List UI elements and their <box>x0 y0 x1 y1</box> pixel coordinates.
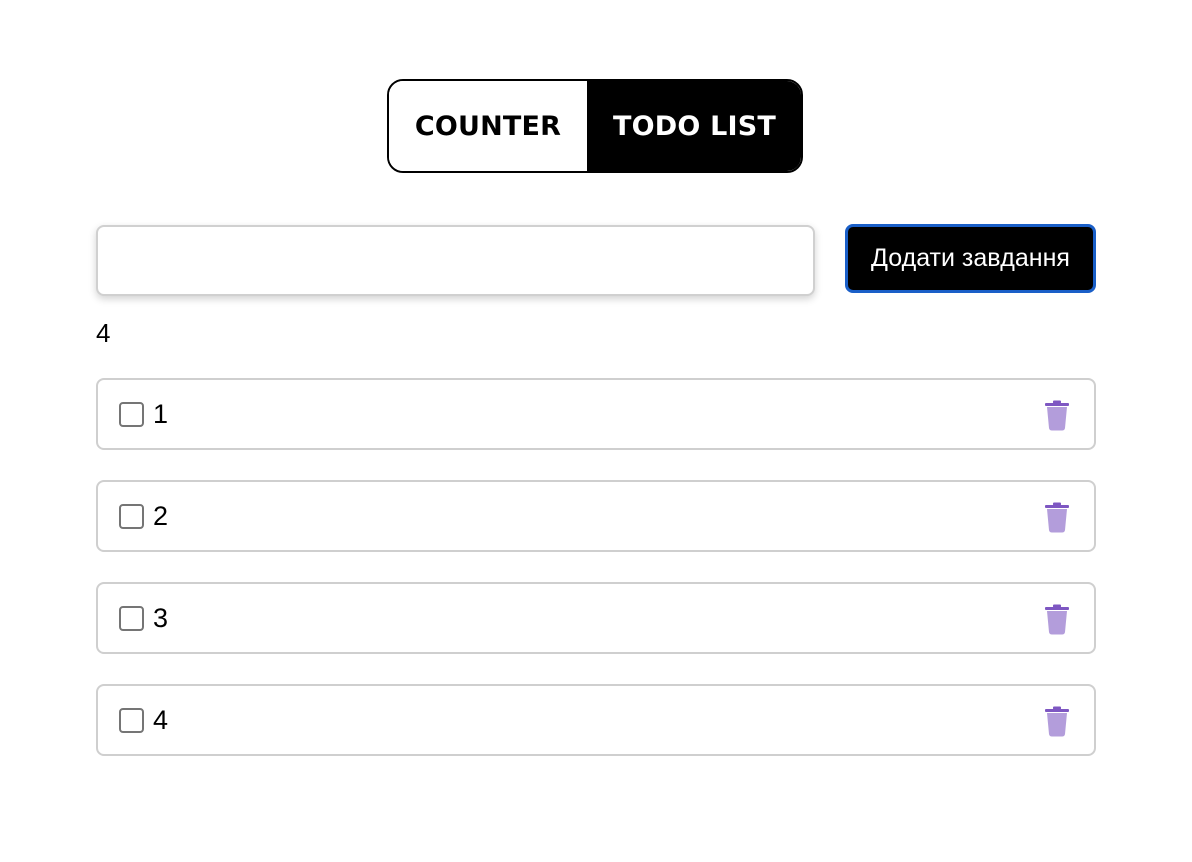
trash-icon[interactable] <box>1044 502 1070 533</box>
todo-item: 1 <box>96 378 1096 450</box>
todo-list: 1 2 3 4 <box>96 378 1096 786</box>
tab-switcher: COUNTER TODO LIST <box>387 79 803 173</box>
tab-counter[interactable]: COUNTER <box>389 81 588 171</box>
todo-item: 4 <box>96 684 1096 756</box>
todo-item: 2 <box>96 480 1096 552</box>
task-count: 4 <box>96 318 111 348</box>
todo-text: 3 <box>153 603 169 633</box>
todo-text: 2 <box>153 501 169 531</box>
todo-app: COUNTER TODO LIST Додати завдання 4 1 2 <box>0 0 1192 862</box>
todo-text: 1 <box>153 399 169 429</box>
task-input[interactable] <box>96 225 815 296</box>
todo-checkbox[interactable] <box>119 606 144 631</box>
todo-checkbox[interactable] <box>119 402 144 427</box>
trash-icon[interactable] <box>1044 400 1070 431</box>
tab-todo-list[interactable]: TODO LIST <box>588 81 801 171</box>
todo-checkbox[interactable] <box>119 504 144 529</box>
todo-checkbox[interactable] <box>119 708 144 733</box>
trash-icon[interactable] <box>1044 706 1070 737</box>
add-task-button[interactable]: Додати завдання <box>845 224 1096 293</box>
todo-item: 3 <box>96 582 1096 654</box>
trash-icon[interactable] <box>1044 604 1070 635</box>
todo-text: 4 <box>153 705 169 735</box>
